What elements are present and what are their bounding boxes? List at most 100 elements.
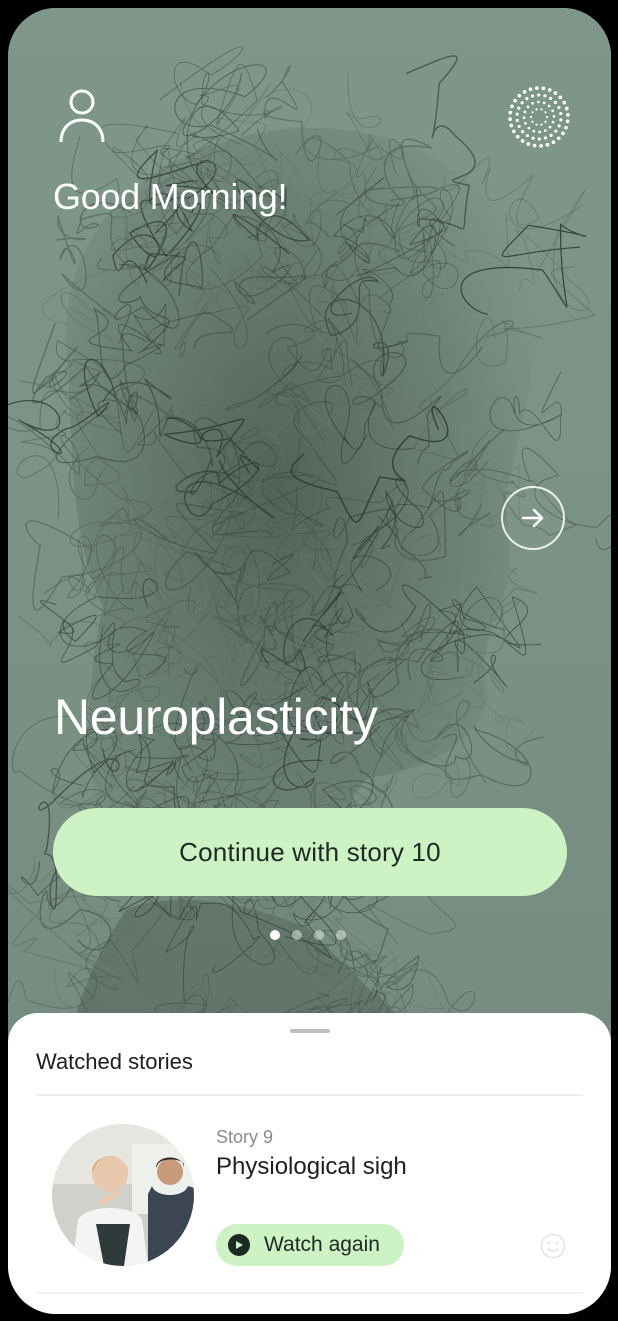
user-icon[interactable]	[58, 88, 106, 144]
logo-dot	[509, 123, 514, 128]
logo-dot	[551, 120, 555, 124]
logo-dot	[528, 87, 533, 92]
logo-dot	[535, 123, 538, 126]
logo-dot	[508, 117, 512, 121]
carousel-indicator	[270, 930, 346, 940]
arrow-right-icon	[521, 508, 544, 528]
logo-dot	[524, 121, 527, 125]
logo-dot	[544, 120, 547, 123]
story-title: Neuroplasticity	[54, 689, 378, 745]
story-thumbnail[interactable]	[52, 1124, 194, 1266]
logo-dot	[525, 134, 529, 138]
logo-dot	[537, 100, 540, 104]
smiley-icon[interactable]	[540, 1233, 566, 1259]
logo-dot	[508, 110, 513, 115]
logo-dot	[559, 111, 563, 116]
divider	[36, 1292, 583, 1294]
logo-dot	[531, 120, 534, 123]
greeting-text: Good Morning!	[53, 176, 288, 217]
logo-dot	[554, 129, 558, 133]
logo-dot	[556, 136, 561, 141]
logo-dot	[543, 136, 548, 140]
play-icon	[228, 1234, 250, 1256]
logo-dot	[535, 108, 538, 111]
logo-dot	[530, 94, 535, 98]
logo-dot	[523, 110, 527, 114]
logo-dot	[544, 111, 547, 114]
logo-dot	[561, 131, 565, 136]
logo-dot	[552, 115, 556, 118]
carousel-dot[interactable]	[270, 930, 280, 940]
logo-dot	[537, 93, 541, 97]
logo-dot	[515, 118, 519, 123]
story-number: Story 9	[216, 1127, 274, 1147]
logo-dot	[522, 116, 526, 119]
logo-dot	[531, 102, 535, 105]
logo-dot	[549, 133, 553, 137]
logo-dot	[564, 106, 569, 111]
story-name: Physiological sigh	[216, 1153, 407, 1180]
hero-section: Good Morning! Neuroplasticity Continue w…	[8, 8, 611, 1048]
logo-dot	[540, 123, 543, 126]
carousel-dot[interactable]	[314, 930, 324, 940]
story-thumbnail-image	[52, 1124, 194, 1266]
logo-dot	[520, 130, 525, 134]
logo-dot	[553, 100, 558, 104]
logo-dot	[538, 130, 541, 134]
dotted-spiral-logo	[508, 86, 570, 148]
watch-again-button[interactable]: Watch again	[216, 1224, 404, 1266]
logo-dot	[539, 144, 543, 148]
logo-dot	[520, 101, 524, 105]
logo-dot	[510, 104, 514, 109]
logo-dot	[543, 129, 547, 132]
logo-dot	[566, 113, 570, 117]
logo-dot	[540, 108, 543, 111]
logo-dot	[517, 93, 522, 98]
logo-dot	[565, 119, 570, 124]
logo-dot	[511, 129, 516, 134]
carousel-dot[interactable]	[336, 930, 346, 940]
logo-dot	[562, 100, 567, 105]
continue-story-button[interactable]: Continue with story 10	[53, 808, 567, 896]
logo-dot	[531, 111, 534, 114]
logo-dot	[529, 115, 533, 119]
logo-dot	[553, 91, 558, 95]
logo-dot	[547, 104, 551, 108]
logo-dot	[547, 88, 552, 92]
logo-dot	[558, 95, 563, 100]
logo-dot	[557, 105, 561, 110]
logo-dot	[526, 142, 531, 146]
watched-stories-sheet: Watched stories Story 9 Physiological si…	[8, 1013, 611, 1314]
logo-dot	[515, 134, 520, 139]
logo-dot	[525, 97, 529, 101]
logo-dot	[517, 124, 521, 129]
logo-dot	[564, 125, 568, 130]
logo-dot	[515, 112, 519, 116]
logo-dot	[531, 136, 535, 140]
next-story-button[interactable]	[501, 486, 565, 550]
carousel-dot[interactable]	[292, 930, 302, 940]
logo-dot	[535, 86, 539, 90]
logo-dot	[545, 142, 550, 147]
logo-dot	[543, 94, 547, 98]
logo-dot	[542, 101, 546, 105]
logo-dot	[537, 137, 541, 141]
logo-dot	[522, 89, 527, 94]
watch-again-label: Watch again	[264, 1233, 380, 1256]
logo-dot	[526, 105, 530, 109]
drag-handle[interactable]	[290, 1029, 330, 1033]
scribble-stroke	[159, 46, 282, 137]
logo-dot	[559, 118, 563, 122]
logo-dot	[527, 126, 531, 130]
logo-dot	[548, 125, 552, 129]
logo-dot	[551, 109, 554, 113]
logo-dot	[532, 129, 536, 133]
divider	[36, 1094, 583, 1096]
logo-dot	[545, 115, 549, 119]
logo-dot	[513, 98, 517, 103]
logo-dot	[549, 96, 553, 100]
logo-dot	[541, 86, 546, 91]
logo-dot	[551, 140, 556, 145]
app-screen: Good Morning! Neuroplasticity Continue w…	[8, 8, 611, 1314]
section-heading: Watched stories	[36, 1049, 193, 1074]
